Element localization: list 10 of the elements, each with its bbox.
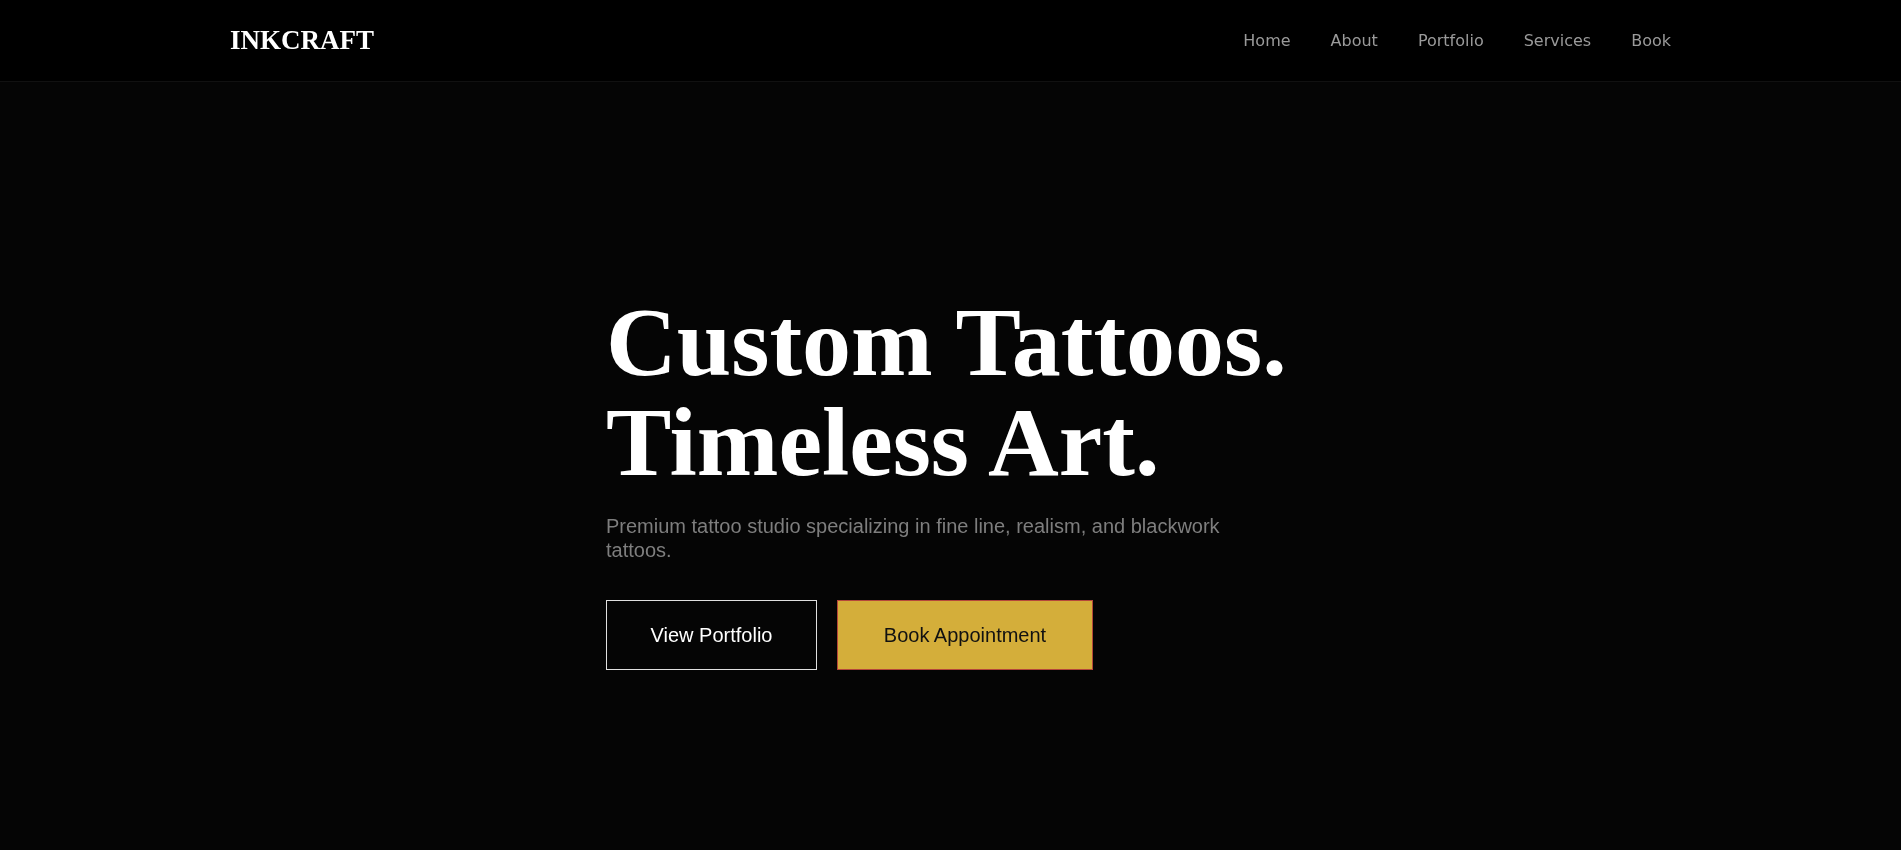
- nav-link[interactable]: Services: [1523, 31, 1592, 50]
- nav-link[interactable]: About: [1330, 31, 1378, 50]
- view-portfolio-button[interactable]: View Portfolio: [606, 600, 817, 670]
- hero-headline: Custom Tattoos. Timeless Art.: [606, 292, 1288, 492]
- nav-link[interactable]: Home: [1243, 31, 1291, 50]
- nav-link[interactable]: Book: [1631, 31, 1671, 50]
- logo[interactable]: INKCRAFT: [230, 25, 374, 56]
- hero-subtitle: Premium tattoo studio specializing in fine line, realism, and blackwork tattoos.: [606, 514, 1221, 562]
- nav-link[interactable]: Portfolio: [1417, 31, 1484, 50]
- book-appointment-button[interactable]: Book Appointment: [837, 600, 1093, 670]
